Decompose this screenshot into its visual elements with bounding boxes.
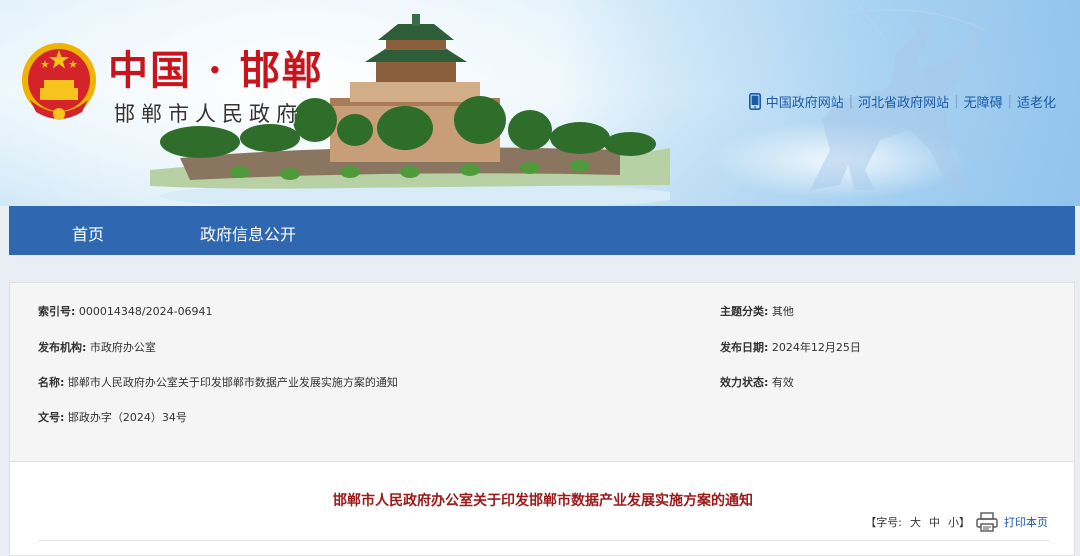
meta-label: 发布日期: (720, 341, 769, 354)
meta-value: 2024年12月25日 (771, 341, 861, 354)
nav-item-gov-info[interactable]: 政府信息公开 (200, 221, 296, 245)
link-hebei-gov[interactable]: 河北省政府网站 (858, 92, 949, 111)
header-banner: 中国 · 邯郸 邯郸市人民政府 中国政府网站 | 河北省政府网站 | 无障碍 |… (0, 0, 1080, 206)
meta-label: 名称: (38, 376, 65, 389)
meta-label: 文号: (38, 411, 65, 424)
link-separator: | (954, 94, 959, 109)
meta-doc-no: 文号: 邯政办字（2024）34号 (38, 409, 187, 425)
meta-value: 市政府办公室 (89, 341, 156, 354)
print-page-link[interactable]: 打印本页 (1004, 514, 1048, 530)
font-size-medium-button[interactable]: 中 (929, 514, 940, 530)
top-links: 中国政府网站 | 河北省政府网站 | 无障碍 | 适老化 (748, 92, 1056, 111)
meta-validity: 效力状态: 有效 (720, 374, 794, 390)
meta-value: 邯郸市人民政府办公室关于印发邯郸市数据产业发展实施方案的通知 (67, 376, 398, 389)
meta-publish-date: 发布日期: 2024年12月25日 (720, 339, 861, 355)
meta-category: 主题分类: 其他 (720, 303, 794, 319)
nav-item-home[interactable]: 首页 (72, 221, 104, 245)
link-separator: | (1007, 94, 1012, 109)
site-title: 中国 · 邯郸 (108, 47, 324, 94)
meta-label: 效力状态: (720, 376, 769, 389)
link-china-gov[interactable]: 中国政府网站 (766, 92, 844, 111)
main-nav: 首页 政府信息公开 (9, 206, 1075, 255)
font-size-small-button[interactable]: 小】 (948, 514, 970, 530)
printer-icon[interactable] (976, 512, 998, 532)
meta-name: 名称: 邯郸市人民政府办公室关于印发邯郸市数据产业发展实施方案的通知 (38, 374, 398, 390)
divider (38, 540, 1050, 541)
meta-index-no: 索引号: 000014348/2024-06941 (38, 303, 213, 319)
link-accessibility[interactable]: 无障碍 (964, 92, 1003, 111)
article-content: 邯郸市人民政府办公室关于印发邯郸市数据产业发展实施方案的通知 【字号: 大 中 … (9, 462, 1075, 556)
font-size-label: 【字号: (865, 516, 902, 529)
font-size-large-button[interactable]: 大 (910, 514, 921, 530)
meta-label: 主题分类: (720, 305, 769, 318)
meta-value: 其他 (771, 305, 794, 318)
meta-label: 索引号: (38, 305, 76, 318)
meta-value: 邯政办字（2024）34号 (67, 411, 187, 424)
site-subtitle: 邯郸市人民政府 (114, 102, 303, 126)
article-tools: 【字号: 大 中 小】 打印本页 (865, 512, 1048, 532)
document-title: 邯郸市人民政府办公室关于印发邯郸市数据产业发展实施方案的通知 (333, 493, 753, 509)
meta-value: 有效 (771, 376, 794, 389)
link-separator: | (848, 94, 854, 109)
link-elderly-mode[interactable]: 适老化 (1017, 92, 1056, 111)
national-emblem-icon (22, 43, 96, 120)
meta-publisher: 发布机构: 市政府办公室 (38, 339, 156, 355)
document-meta-panel: 索引号: 000014348/2024-06941 主题分类: 其他 发布机构:… (9, 282, 1075, 462)
meta-value: 000014348/2024-06941 (78, 305, 213, 318)
mobile-phone-icon[interactable] (748, 93, 761, 110)
meta-label: 发布机构: (38, 341, 87, 354)
